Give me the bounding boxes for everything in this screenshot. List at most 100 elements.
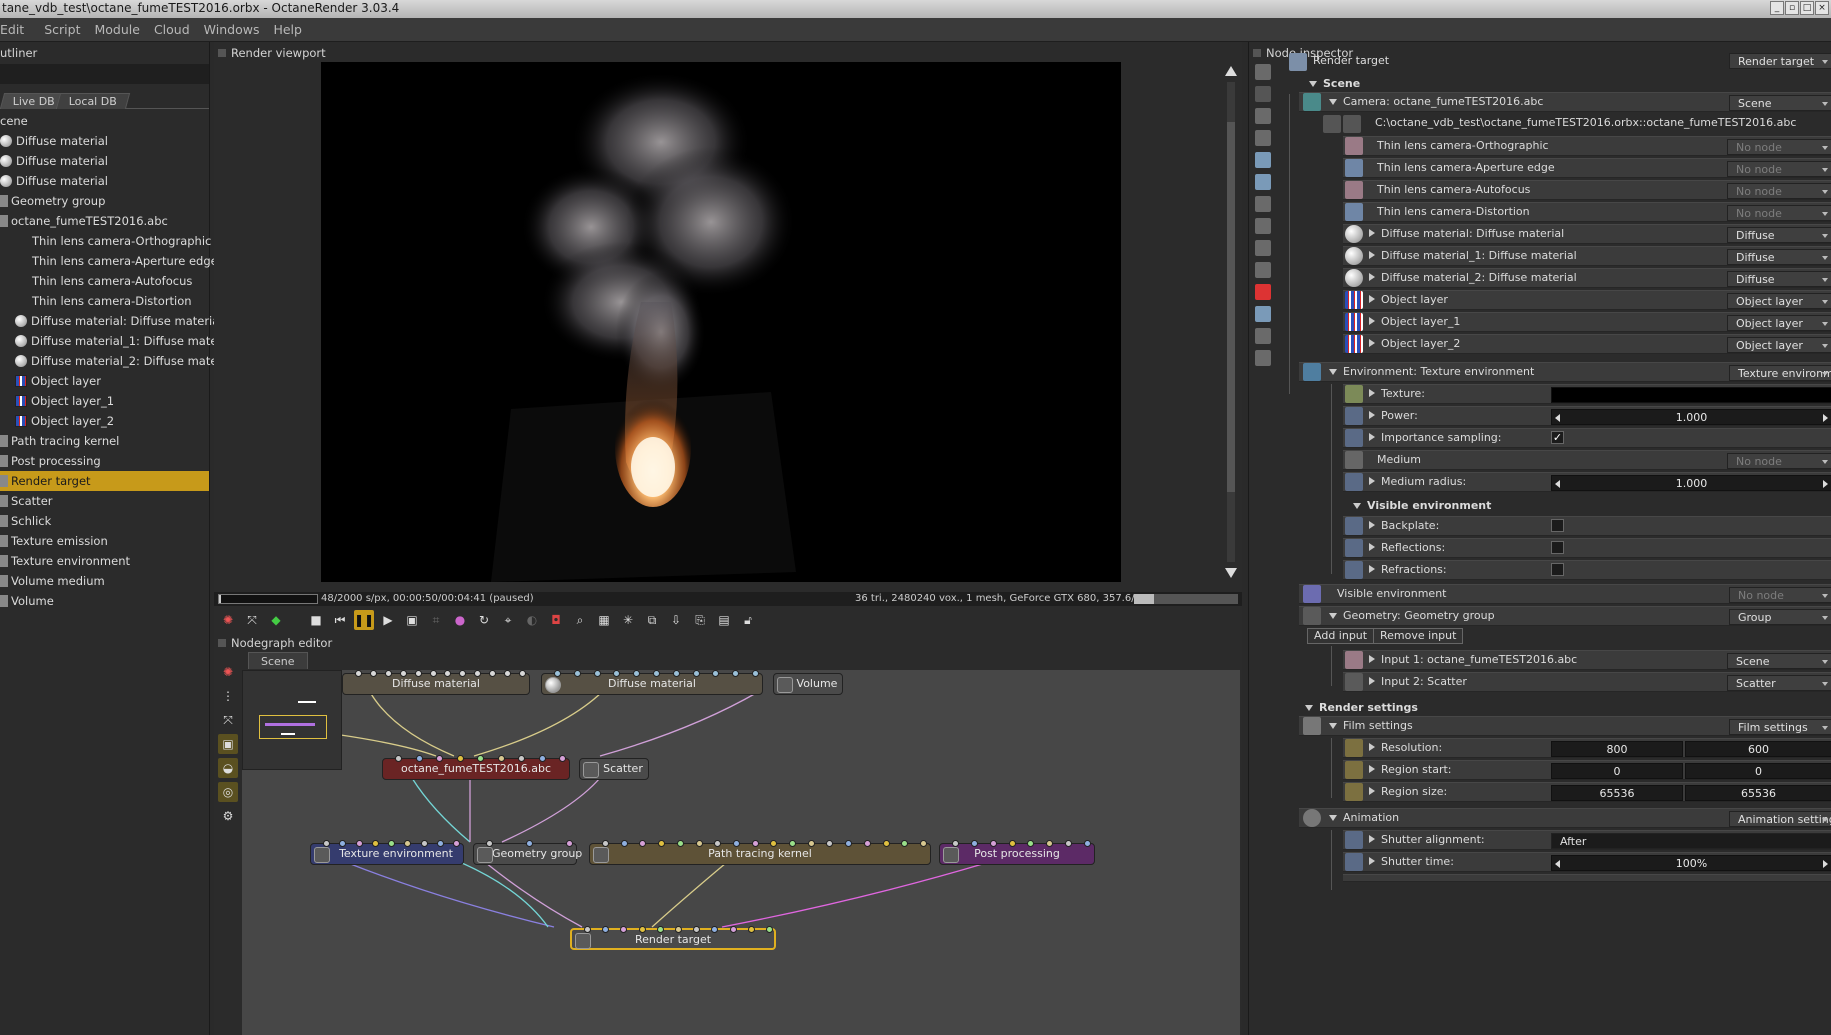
- region-start-x-field[interactable]: 0: [1551, 763, 1683, 779]
- expand-open-icon[interactable]: [1353, 503, 1361, 509]
- picture-icon[interactable]: [1255, 328, 1271, 344]
- expand-closed-icon[interactable]: [1369, 543, 1375, 551]
- tree-item[interactable]: Diffuse material: [0, 171, 209, 191]
- save-icon[interactable]: [1255, 64, 1271, 80]
- tree-item[interactable]: Thin lens camera-Aperture edge: [0, 251, 218, 271]
- input-pin[interactable]: [675, 926, 682, 933]
- fit-icon[interactable]: ⤧: [218, 710, 238, 730]
- input-pin[interactable]: [371, 840, 379, 847]
- increase-arrow-icon[interactable]: [1823, 860, 1828, 868]
- menu-edit[interactable]: Edit: [0, 22, 24, 37]
- pause-icon[interactable]: ❚❚: [354, 610, 374, 630]
- export-icon[interactable]: ⇩: [666, 610, 686, 630]
- tree-item[interactable]: Thin lens camera-Autofocus: [0, 271, 209, 291]
- film-settings-dropdown[interactable]: Film settings: [1729, 719, 1831, 735]
- input-pin[interactable]: [613, 670, 621, 677]
- region-icon[interactable]: ⌗: [426, 610, 446, 630]
- input-pin[interactable]: [711, 926, 719, 933]
- refresh-icon[interactable]: ↻: [474, 610, 494, 630]
- node-texture-environment[interactable]: Texture environment: [310, 840, 464, 865]
- input-pin[interactable]: [656, 926, 664, 933]
- tree-item[interactable]: Diffuse material_1: Diffuse material: [0, 331, 236, 351]
- geometry-dropdown[interactable]: Group: [1729, 609, 1831, 625]
- scene-row-dropdown[interactable]: Object layer: [1727, 293, 1831, 309]
- expand-closed-icon[interactable]: [1369, 787, 1375, 795]
- input-pin[interactable]: [732, 840, 740, 847]
- input-pin[interactable]: [807, 840, 815, 847]
- scene-row-label[interactable]: Diffuse material_2: Diffuse material: [1365, 268, 1577, 288]
- resolution-y-field[interactable]: 600: [1685, 741, 1831, 757]
- input-pin[interactable]: [339, 840, 347, 847]
- white-balance-icon[interactable]: ◐: [522, 610, 542, 630]
- geometry-input-label[interactable]: Input 1: octane_fumeTEST2016.abc: [1365, 650, 1577, 670]
- sparkle-icon[interactable]: ✳: [618, 610, 638, 630]
- input-pin[interactable]: [436, 755, 443, 762]
- input-pin[interactable]: [459, 670, 467, 677]
- nodegraph-canvas[interactable]: Diffuse material Diffuse material Volume…: [242, 670, 1240, 1035]
- input-pin[interactable]: [323, 840, 330, 847]
- input-pin[interactable]: [429, 670, 437, 677]
- section-visible-environment[interactable]: Visible environment: [1349, 496, 1491, 516]
- input-pin[interactable]: [695, 840, 703, 847]
- tree-item[interactable]: Object layer_1: [0, 391, 209, 411]
- expand-closed-icon[interactable]: [1369, 521, 1375, 529]
- node-volume[interactable]: Volume: [773, 673, 843, 695]
- display-icon[interactable]: ▣: [402, 610, 422, 630]
- scene-row-dropdown[interactable]: Diffuse: [1727, 271, 1831, 287]
- expand-closed-icon[interactable]: [1369, 229, 1375, 237]
- increase-arrow-icon[interactable]: [1823, 480, 1828, 488]
- region-start-y-field[interactable]: 0: [1685, 763, 1831, 779]
- expand-open-icon[interactable]: [1309, 81, 1317, 87]
- node-geometry-group[interactable]: Geometry group: [473, 840, 582, 865]
- input-pin[interactable]: [415, 755, 423, 762]
- camera-label[interactable]: Camera: octane_fumeTEST2016.abc: [1325, 92, 1543, 112]
- texture-color-field[interactable]: [1551, 387, 1831, 403]
- input-pin[interactable]: [369, 670, 377, 677]
- reflections-label[interactable]: Reflections:: [1365, 538, 1445, 558]
- texture-icon[interactable]: [1255, 196, 1271, 212]
- scroll-up-icon[interactable]: [1225, 66, 1237, 76]
- animation-dropdown[interactable]: Animation settings: [1729, 811, 1831, 827]
- input-pin[interactable]: [593, 670, 601, 677]
- input-pin[interactable]: [559, 755, 566, 762]
- scene-row-dropdown[interactable]: Object layer: [1727, 337, 1831, 353]
- input-pin[interactable]: [526, 840, 533, 847]
- tree-item[interactable]: Thin lens camera-Orthographic: [0, 231, 211, 251]
- input-pin[interactable]: [845, 840, 853, 847]
- expand-open-icon[interactable]: [1329, 613, 1337, 619]
- input-pin[interactable]: [970, 840, 978, 847]
- input-pin[interactable]: [399, 670, 407, 677]
- input-pin[interactable]: [453, 840, 460, 847]
- input-pin[interactable]: [414, 670, 422, 677]
- tree-item[interactable]: Diffuse material: Diffuse material: [0, 311, 223, 331]
- tree-root-scene[interactable]: cene: [0, 111, 209, 131]
- expand-closed-icon[interactable]: [1369, 389, 1375, 397]
- tree-item[interactable]: Diffuse material: [0, 131, 209, 151]
- menu-cloud[interactable]: Cloud: [152, 22, 190, 37]
- backplate-label[interactable]: Backplate:: [1365, 516, 1439, 536]
- camera-icon[interactable]: [1255, 152, 1271, 168]
- input-pin[interactable]: [676, 840, 684, 847]
- scene-row-label[interactable]: Object layer_1: [1365, 312, 1460, 332]
- lock-icon[interactable]: 🔓︎: [738, 610, 758, 630]
- copy-icon[interactable]: ⧉: [642, 610, 662, 630]
- expand-closed-icon[interactable]: [1369, 743, 1375, 751]
- expand-open-icon[interactable]: [1329, 369, 1337, 375]
- material-icon[interactable]: ◒: [218, 758, 238, 778]
- input-pin[interactable]: [355, 670, 362, 677]
- tree-item[interactable]: octane_fumeTEST2016.abc: [0, 211, 209, 231]
- input-pin[interactable]: [436, 840, 444, 847]
- expand-closed-icon[interactable]: [1369, 765, 1375, 773]
- refractions-label[interactable]: Refractions:: [1365, 560, 1447, 580]
- recenter-icon[interactable]: ⤧: [242, 610, 262, 630]
- scene-row-dropdown[interactable]: No node: [1727, 183, 1831, 199]
- input-pin[interactable]: [554, 670, 561, 677]
- expand-closed-icon[interactable]: [1369, 835, 1375, 843]
- section-render-settings[interactable]: Render settings: [1301, 698, 1418, 718]
- geometry-label[interactable]: Geometry: Geometry group: [1325, 606, 1495, 626]
- input-pin[interactable]: [1046, 840, 1054, 847]
- input-pin[interactable]: [384, 670, 392, 677]
- input-pin[interactable]: [789, 840, 797, 847]
- minimap-viewport[interactable]: [259, 715, 327, 739]
- octane-logo-icon[interactable]: ✺: [218, 610, 238, 630]
